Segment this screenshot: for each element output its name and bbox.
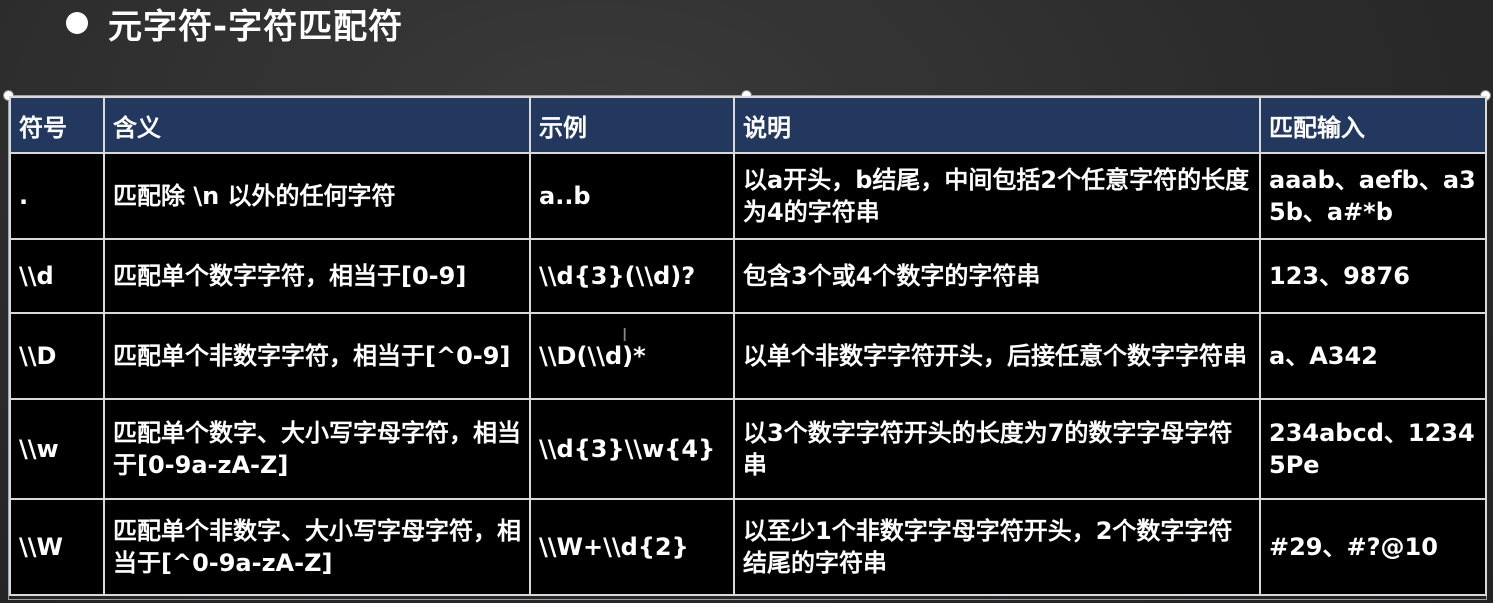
title-row: 元字符-字符匹配符 xyxy=(66,0,404,47)
text-cursor-icon: I xyxy=(622,325,628,346)
table-row: \\W 匹配单个非数字、大小写字母字符，相当于[^0-9a-zA-Z] \\W+… xyxy=(9,498,1487,596)
header-symbol: 符号 xyxy=(9,96,105,154)
cell-matches: 123、9876 xyxy=(1259,238,1487,314)
cell-meaning: 匹配单个非数字、大小写字母字符，相当于[^0-9a-zA-Z] xyxy=(103,498,531,596)
header-description: 说明 xyxy=(733,96,1261,154)
cell-matches: #29、#?@10 xyxy=(1259,498,1487,596)
header-example: 示例 xyxy=(529,96,735,154)
header-matches: 匹配输入 xyxy=(1259,96,1487,154)
header-meaning: 含义 xyxy=(103,96,531,154)
bullet-icon xyxy=(66,12,88,34)
metachar-table: 符号 含义 示例 说明 匹配输入 . 匹配除 \n 以外的任何字符 a..b 以… xyxy=(9,96,1487,596)
cell-example: \\D(\\d)* xyxy=(529,312,735,400)
cell-matches: aaab、aefb、a35b、a#*b xyxy=(1259,152,1487,240)
table-row: . 匹配除 \n 以外的任何字符 a..b 以a开头，b结尾，中间包括2个任意字… xyxy=(9,152,1487,240)
table-row: \\w 匹配单个数字、大小写字母字符，相当于[0-9a-zA-Z] \\d{3}… xyxy=(9,398,1487,500)
cell-symbol: \\w xyxy=(9,398,105,500)
cell-example: \\d{3}(\\d)? xyxy=(529,238,735,314)
cell-example: \\W+\\d{2} xyxy=(529,498,735,596)
cell-example: \\d{3}\\w{4} xyxy=(529,398,735,500)
cell-symbol: \\d xyxy=(9,238,105,314)
cell-description: 以3个数字字符开头的长度为7的数字字母字符串 xyxy=(733,398,1261,500)
table-header-row: 符号 含义 示例 说明 匹配输入 xyxy=(9,96,1487,154)
cell-matches: a、A342 xyxy=(1259,312,1487,400)
cell-description: 以至少1个非数字字母字符开头，2个数字字符结尾的字符串 xyxy=(733,498,1261,596)
table-row: \\d 匹配单个数字字符，相当于[0-9] \\d{3}(\\d)? 包含3个或… xyxy=(9,238,1487,314)
table-row: \\D 匹配单个非数字字符，相当于[^0-9] \\D(\\d)* 以单个非数字… xyxy=(9,312,1487,400)
cell-symbol: \\W xyxy=(9,498,105,596)
cell-example: a..b xyxy=(529,152,735,240)
page-title: 元字符-字符匹配符 xyxy=(108,6,404,47)
cell-description: 以单个非数字字符开头，后接任意个数字字符串 xyxy=(733,312,1261,400)
cell-symbol: \\D xyxy=(9,312,105,400)
cell-description: 以a开头，b结尾，中间包括2个任意字符的长度为4的字符串 xyxy=(733,152,1261,240)
cell-symbol: . xyxy=(9,152,105,240)
cell-meaning: 匹配除 \n 以外的任何字符 xyxy=(103,152,531,240)
cell-description: 包含3个或4个数字的字符串 xyxy=(733,238,1261,314)
cell-matches: 234abcd、12345Pe xyxy=(1259,398,1487,500)
cell-meaning: 匹配单个数字、大小写字母字符，相当于[0-9a-zA-Z] xyxy=(103,398,531,500)
cell-meaning: 匹配单个数字字符，相当于[0-9] xyxy=(103,238,531,314)
cell-meaning: 匹配单个非数字字符，相当于[^0-9] xyxy=(103,312,531,400)
